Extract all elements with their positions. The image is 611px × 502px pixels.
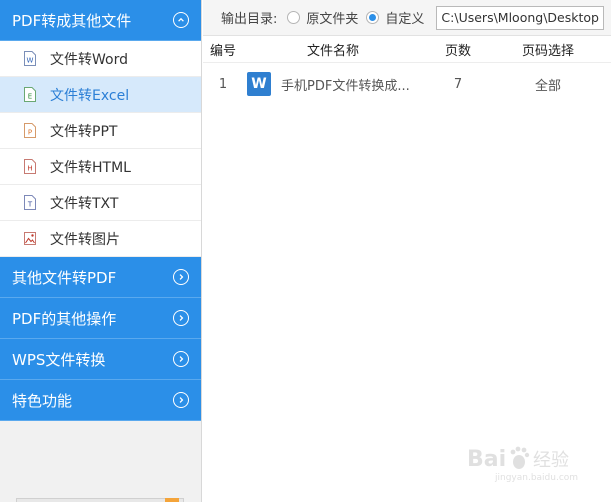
radio-original-label[interactable]: 原文件夹 [306,8,358,27]
chevron-right-icon [173,392,189,408]
svg-text:Bai: Bai [467,447,506,472]
section-label: 其他文件转PDF [12,268,117,287]
ppt-file-icon: P [24,123,36,138]
row-file-name: 手机PDF文件转换成... [281,78,410,94]
sidebar: PDF转成其他文件 W 文件转Word E 文件转Excel P 文件转PPT … [0,0,202,502]
sub-item-label: 文件转图片 [50,231,120,248]
accent-marker [165,498,179,502]
section-pdf-other-ops[interactable]: PDF的其他操作 [0,298,201,339]
baidu-jingyan-watermark: Bai 经验 jingyan.baidu.com [463,440,593,484]
row-pages: 7 [453,76,463,92]
table-row[interactable]: 1 W 手机PDF文件转换成... 7 全部 [203,63,611,105]
svg-text:W: W [27,57,34,65]
output-label: 输出目录: [221,12,278,27]
svg-text:经验: 经验 [533,450,569,471]
section-pdf-to-other[interactable]: PDF转成其他文件 [0,0,201,41]
sub-item-to-html[interactable]: H 文件转HTML [0,149,201,185]
section-label: 特色功能 [12,391,73,410]
svg-text:H: H [27,165,32,173]
txt-file-icon: T [24,195,36,210]
sub-item-label: 文件转TXT [50,195,119,212]
sub-list: W 文件转Word E 文件转Excel P 文件转PPT H 文件转HTML … [0,41,201,257]
section-wps-convert[interactable]: WPS文件转换 [0,339,201,380]
row-number: 1 [218,76,228,92]
sub-item-to-txt[interactable]: T 文件转TXT [0,185,201,221]
excel-file-icon: E [24,87,36,102]
word-doc-icon: W [247,72,271,96]
header-page-range[interactable]: 页码选择 [493,40,603,59]
row-file-name-cell: W 手机PDF文件转换成... [243,72,423,96]
sub-item-to-word[interactable]: W 文件转Word [0,41,201,77]
section-label: WPS文件转换 [12,350,106,369]
sub-item-label: 文件转Excel [50,87,130,104]
chevron-right-icon [173,310,189,326]
sub-item-to-ppt[interactable]: P 文件转PPT [0,113,201,149]
sidebar-bottom-widget [16,498,184,502]
section-special-features[interactable]: 特色功能 [0,380,201,421]
word-file-icon: W [24,51,36,66]
html-file-icon: H [24,159,36,174]
sub-item-to-excel[interactable]: E 文件转Excel [0,77,201,113]
radio-custom-label[interactable]: 自定义 [385,8,424,27]
section-label: PDF的其他操作 [12,309,117,328]
sub-item-label: 文件转Word [50,51,128,68]
header-file-name[interactable]: 文件名称 [243,40,423,59]
output-directory-bar: 输出目录: 原文件夹 自定义 C:\Users\Mloong\Desktop [203,0,611,36]
chevron-up-icon [173,12,189,28]
sub-item-label: 文件转HTML [50,159,131,176]
header-pages[interactable]: 页数 [423,40,493,59]
svg-text:jingyan.baidu.com: jingyan.baidu.com [494,473,578,483]
header-number[interactable]: 编号 [203,40,243,59]
image-file-icon [24,231,36,246]
row-page-range[interactable]: 全部 [493,75,603,94]
svg-text:E: E [28,93,32,101]
section-other-to-pdf[interactable]: 其他文件转PDF [0,257,201,298]
radio-custom-folder[interactable] [366,11,380,24]
sub-item-to-image[interactable]: 文件转图片 [0,221,201,257]
file-table-header: 编号 文件名称 页数 页码选择 [203,36,611,63]
sub-item-label: 文件转PPT [50,123,118,140]
svg-text:P: P [28,129,32,137]
section-label: PDF转成其他文件 [12,11,132,30]
radio-original-folder[interactable] [287,11,301,24]
svg-text:T: T [27,201,33,209]
chevron-right-icon [173,269,189,285]
output-path-input[interactable]: C:\Users\Mloong\Desktop [436,5,605,30]
main-panel: 输出目录: 原文件夹 自定义 C:\Users\Mloong\Desktop 编… [203,0,611,502]
chevron-right-icon [173,351,189,367]
